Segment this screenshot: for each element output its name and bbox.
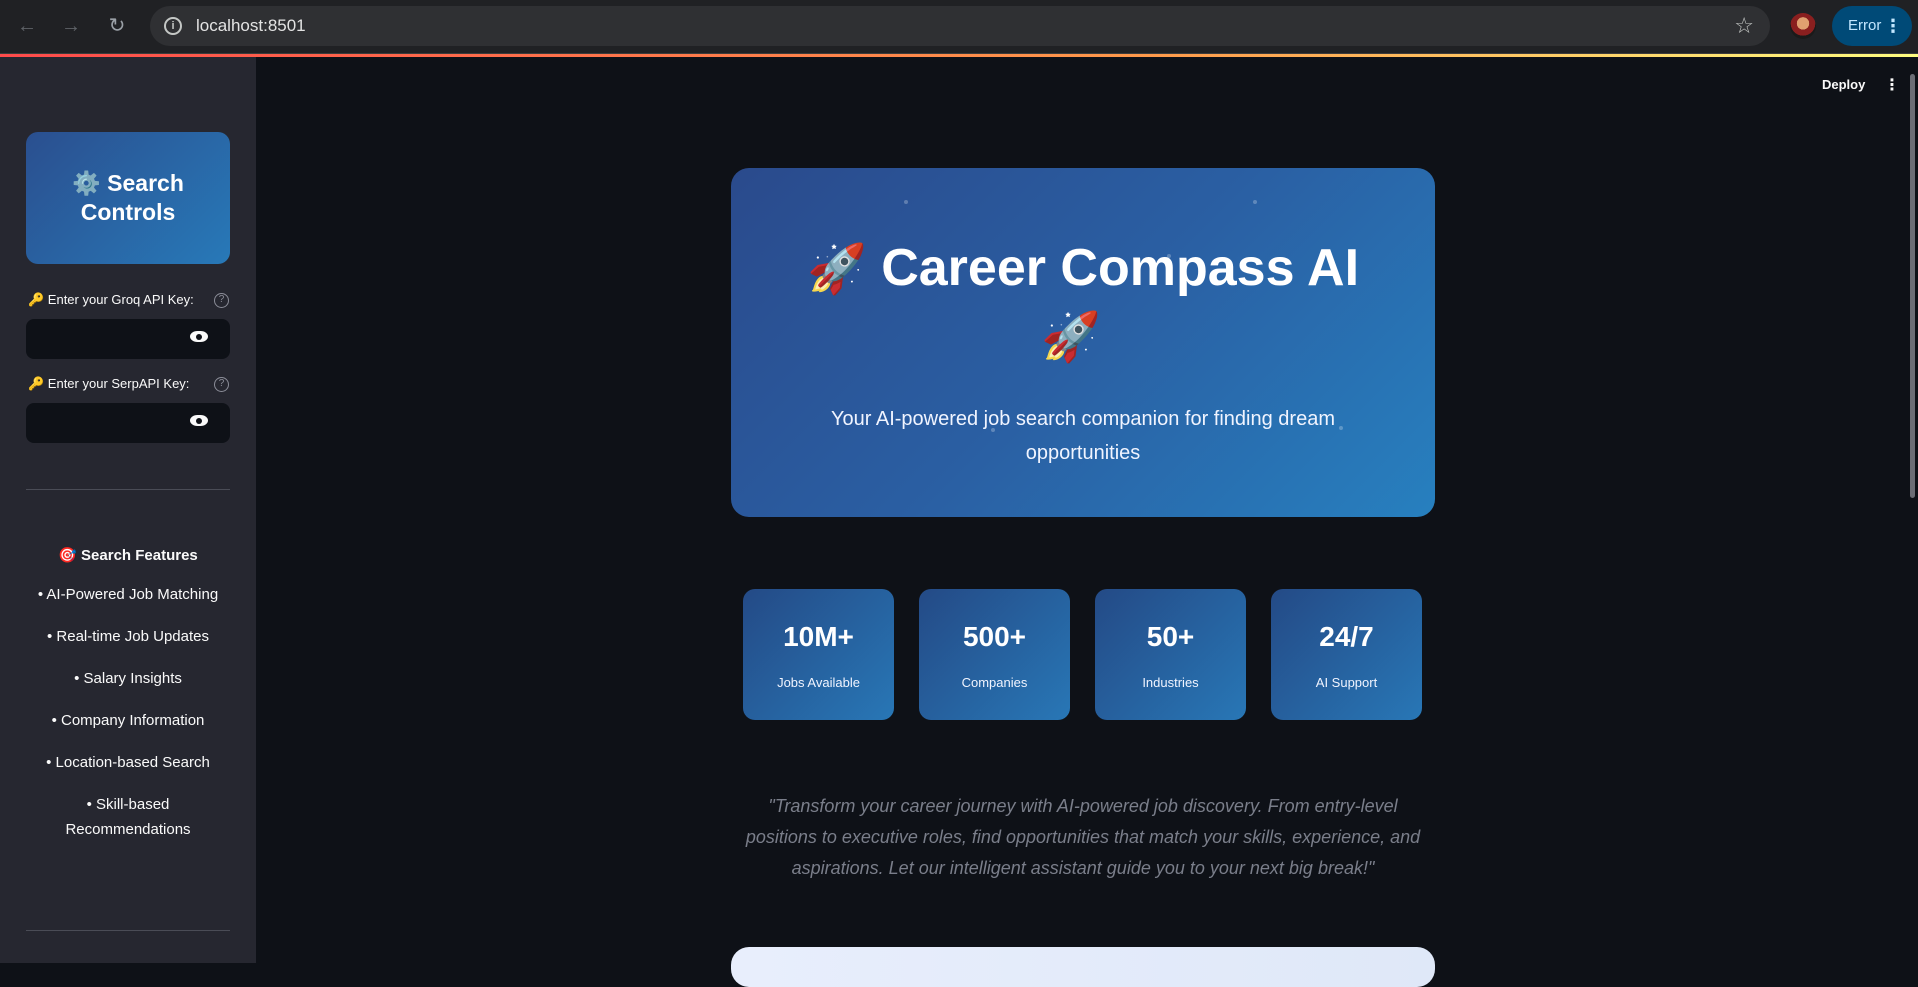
url-text[interactable]: localhost:8501 [196, 16, 306, 36]
stat-card: 50+ Industries [1095, 589, 1246, 720]
info-icon[interactable]: i [164, 17, 182, 35]
serp-key-input[interactable] [26, 403, 230, 443]
profile-avatar[interactable] [1790, 13, 1816, 39]
stat-label: Jobs Available [777, 675, 860, 690]
hero-title: Career Compass AI [881, 239, 1360, 297]
serp-help-icon[interactable]: ? [214, 377, 229, 392]
sidebar: ⚙️ Search Controls 🔑 Enter your Groq API… [0, 57, 256, 963]
stat-card: 24/7 AI Support [1271, 589, 1422, 720]
search-form-card [731, 947, 1435, 987]
error-label: Error [1848, 17, 1882, 34]
rocket-icon: 🚀 [806, 243, 867, 296]
groq-key-label: 🔑 Enter your Groq API Key: [28, 292, 194, 307]
feature-item: • Skill-based Recommendations [65, 796, 191, 838]
reload-icon[interactable]: ↻ [104, 13, 130, 39]
stat-card: 500+ Companies [919, 589, 1070, 720]
groq-help-icon[interactable]: ? [214, 293, 229, 308]
hero-card: 🚀 Career Compass AI 🚀 Your AI-powered jo… [731, 168, 1435, 517]
decor-dot [904, 200, 908, 204]
browser-menu-icon[interactable]: ⋮ [1884, 6, 1902, 46]
hero-title-line: 🚀 Career Compass AI [731, 238, 1435, 300]
sidebar-divider [26, 489, 230, 490]
intro-quote: "Transform your career journey with AI-p… [745, 796, 1421, 878]
bookmark-star-icon[interactable]: ☆ [1734, 13, 1754, 39]
show-password-eye-icon[interactable] [190, 331, 208, 342]
feature-item: • Real-time Job Updates [47, 628, 209, 645]
stat-value: 50+ [1146, 621, 1195, 652]
sidebar-header: ⚙️ Search Controls [26, 132, 230, 264]
stat-label: Industries [1142, 675, 1199, 690]
stat-value: 500+ [962, 621, 1027, 652]
stat-card: 10M+ Jobs Available [743, 589, 894, 720]
stat-label: AI Support [1315, 675, 1378, 690]
decor-dot [1253, 200, 1257, 204]
error-button[interactable]: Error ⋮ [1832, 6, 1912, 46]
forward-arrow-icon[interactable]: → [58, 13, 84, 39]
serp-key-label: 🔑 Enter your SerpAPI Key: [28, 376, 190, 391]
feature-item: • Company Information [51, 712, 205, 729]
stat-value: 10M+ [783, 621, 854, 652]
stat-value: 24/7 [1319, 621, 1374, 652]
scrollbar[interactable] [1910, 74, 1915, 498]
groq-key-input[interactable] [26, 319, 230, 359]
back-arrow-icon[interactable]: ← [14, 13, 40, 39]
hero-subtitle: Your AI-powered job search companion for… [830, 408, 1335, 464]
show-password-eye-icon[interactable] [190, 415, 208, 426]
main-menu-icon[interactable]: ⋮ [1884, 75, 1900, 95]
features-list: • AI-Powered Job Matching • Real-time Jo… [36, 582, 220, 859]
deploy-button[interactable]: Deploy [1822, 77, 1865, 92]
rocket-icon: 🚀 [1041, 311, 1101, 364]
feature-item: • AI-Powered Job Matching [37, 586, 219, 603]
loading-bar [0, 54, 1918, 57]
stat-label: Companies [961, 675, 1028, 690]
browser-toolbar: ← → ↻ i localhost:8501 ☆ Error ⋮ [0, 0, 1918, 54]
feature-item: • Salary Insights [74, 670, 182, 687]
features-title: 🎯 Search Features [58, 547, 198, 564]
feature-item: • Location-based Search [46, 754, 210, 771]
address-bar[interactable]: i localhost:8501 ☆ [150, 6, 1770, 46]
sidebar-divider [26, 930, 230, 931]
